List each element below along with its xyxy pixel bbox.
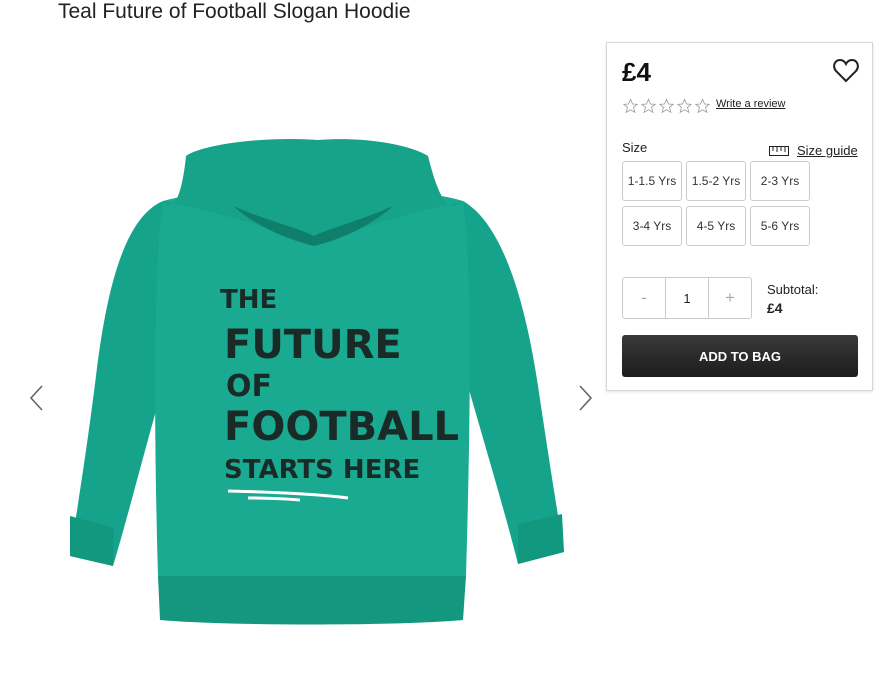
chevron-left-icon[interactable] <box>28 383 46 413</box>
print-line-2: FUTURE <box>224 322 402 368</box>
product-title: Teal Future of Football Slogan Hoodie <box>58 0 411 23</box>
print-line-5: STARTS HERE <box>224 455 420 485</box>
quantity-input[interactable]: 1 <box>665 278 709 318</box>
rating-stars <box>622 98 711 114</box>
product-gallery: THE FUTURE OF FOOTBALL STARTS HERE <box>20 100 610 685</box>
size-option[interactable]: 3-4 Yrs <box>622 206 682 246</box>
chevron-right-icon[interactable] <box>576 383 594 413</box>
print-line-3: OF <box>226 369 272 404</box>
subtotal: Subtotal: £4 <box>767 281 818 317</box>
size-label: Size <box>622 140 648 155</box>
star-outline-icon <box>658 98 675 114</box>
size-options: 1-1.5 Yrs 1.5-2 Yrs 2-3 Yrs 3-4 Yrs 4-5 … <box>622 161 817 246</box>
heart-icon[interactable] <box>833 59 859 83</box>
product-image: THE FUTURE OF FOOTBALL STARTS HERE <box>70 138 564 625</box>
write-review-link[interactable]: Write a review <box>716 98 785 110</box>
size-option[interactable]: 5-6 Yrs <box>750 206 810 246</box>
star-outline-icon <box>622 98 639 114</box>
size-guide-label: Size guide <box>797 143 858 158</box>
purchase-panel: £4 Write a review Size Size guide 1-1.5 … <box>606 42 873 391</box>
size-option[interactable]: 4-5 Yrs <box>686 206 746 246</box>
size-guide-link[interactable]: Size guide <box>769 143 858 158</box>
increase-quantity-button[interactable]: + <box>709 278 751 318</box>
size-option[interactable]: 2-3 Yrs <box>750 161 810 201</box>
subtotal-label: Subtotal: <box>767 282 819 297</box>
star-outline-icon <box>676 98 693 114</box>
ruler-icon <box>769 145 789 156</box>
size-option[interactable]: 1.5-2 Yrs <box>686 161 746 201</box>
print-line-4: FOOTBALL <box>224 404 459 450</box>
subtotal-value: £4 <box>767 300 783 316</box>
star-outline-icon <box>694 98 711 114</box>
size-option[interactable]: 1-1.5 Yrs <box>622 161 682 201</box>
star-outline-icon <box>640 98 657 114</box>
print-line-1: THE <box>220 285 277 315</box>
price: £4 <box>622 57 651 87</box>
quantity-stepper: - 1 + <box>622 277 752 319</box>
add-to-bag-button[interactable]: ADD TO BAG <box>622 335 858 377</box>
decrease-quantity-button[interactable]: - <box>623 278 665 318</box>
